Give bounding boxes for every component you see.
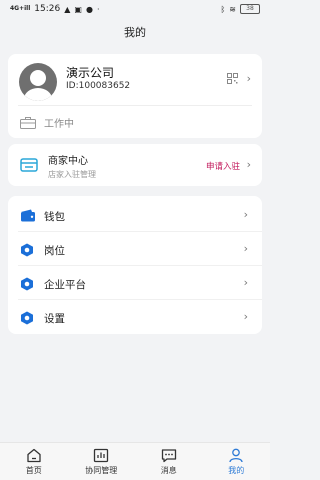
tab-collaboration[interactable]: 协同管理 (68, 443, 136, 480)
battery-icon: 38 (240, 4, 260, 14)
store-icon (20, 158, 38, 172)
menu-item-enterprise-platform[interactable]: 企业平台 › (8, 266, 262, 300)
wallet-icon (21, 209, 35, 222)
merchant-center-card[interactable]: 商家中心 店家入驻管理 申请入驻 › (8, 144, 262, 186)
merchant-chevron-icon[interactable]: › (247, 159, 251, 170)
work-status-label: 工作中 (44, 119, 74, 130)
status-left: 4G+ill 15:26 ▲ ▣ ● · (10, 4, 99, 14)
briefcase-icon (20, 116, 36, 129)
profile-divider (18, 105, 252, 106)
more-dot-icon: · (96, 4, 100, 14)
page-title-bar: 我的 (0, 18, 270, 46)
chevron-right-icon: › (243, 276, 248, 289)
message-icon (161, 449, 176, 463)
hexagon-icon (21, 311, 33, 325)
user-id: ID:100083652 (66, 81, 131, 91)
tab-label: 首页 (25, 466, 42, 475)
chevron-right-icon: › (243, 310, 248, 323)
wifi-icon: ≋ (229, 4, 236, 14)
notification-icon: ▲ (64, 4, 71, 14)
qr-code-icon[interactable] (227, 73, 238, 84)
merchant-title: 商家中心 (48, 156, 88, 167)
tab-label: 消息 (160, 466, 177, 475)
signal-indicator: 4G+ill (10, 5, 31, 12)
chevron-right-icon: › (243, 242, 248, 255)
person-icon (229, 448, 243, 463)
chart-icon (94, 448, 109, 463)
profile-chevron-icon[interactable]: › (247, 73, 251, 84)
image-icon: ▣ (74, 4, 82, 14)
bluetooth-icon: ᛒ (220, 4, 226, 14)
profile-card[interactable]: 演示公司 ID:100083652 › 工作中 (8, 54, 262, 138)
tab-label: 协同管理 (85, 466, 118, 475)
work-status[interactable]: 工作中 (20, 115, 74, 130)
menu-item-label: 岗位 (44, 245, 65, 257)
menu-item-label: 钱包 (44, 211, 65, 223)
tab-label: 我的 (228, 466, 245, 475)
menu-item-label: 设置 (44, 313, 65, 325)
menu-item-wallet[interactable]: 钱包 › (8, 198, 262, 232)
chat-icon: ● (85, 4, 93, 14)
tab-messages[interactable]: 消息 (135, 443, 203, 480)
clock: 15:26 (34, 4, 61, 14)
hexagon-icon (21, 277, 33, 291)
apply-join-link[interactable]: 申请入驻 (206, 160, 240, 172)
tab-home[interactable]: 首页 (0, 443, 68, 480)
status-right: ᛒ ≋ 38 (220, 4, 260, 14)
menu-item-label: 企业平台 (44, 279, 86, 291)
bottom-tab-bar: 首页 协同管理 消息 我的 (0, 442, 270, 480)
menu-item-position[interactable]: 岗位 › (8, 232, 262, 266)
home-icon (27, 448, 41, 463)
user-silhouette-icon (24, 70, 52, 101)
hexagon-icon (21, 243, 33, 257)
page-title: 我的 (124, 26, 146, 39)
status-bar: 4G+ill 15:26 ▲ ▣ ● · ᛒ ≋ 38 (0, 0, 270, 18)
menu-list: 钱包 › 岗位 › 企业平台 › 设置 › (8, 196, 262, 334)
merchant-subtitle: 店家入驻管理 (48, 170, 96, 179)
company-name: 演示公司 (66, 66, 115, 80)
tab-mine[interactable]: 我的 (203, 443, 271, 480)
avatar[interactable] (19, 63, 57, 101)
chevron-right-icon: › (243, 208, 248, 221)
menu-item-settings[interactable]: 设置 › (8, 300, 262, 334)
